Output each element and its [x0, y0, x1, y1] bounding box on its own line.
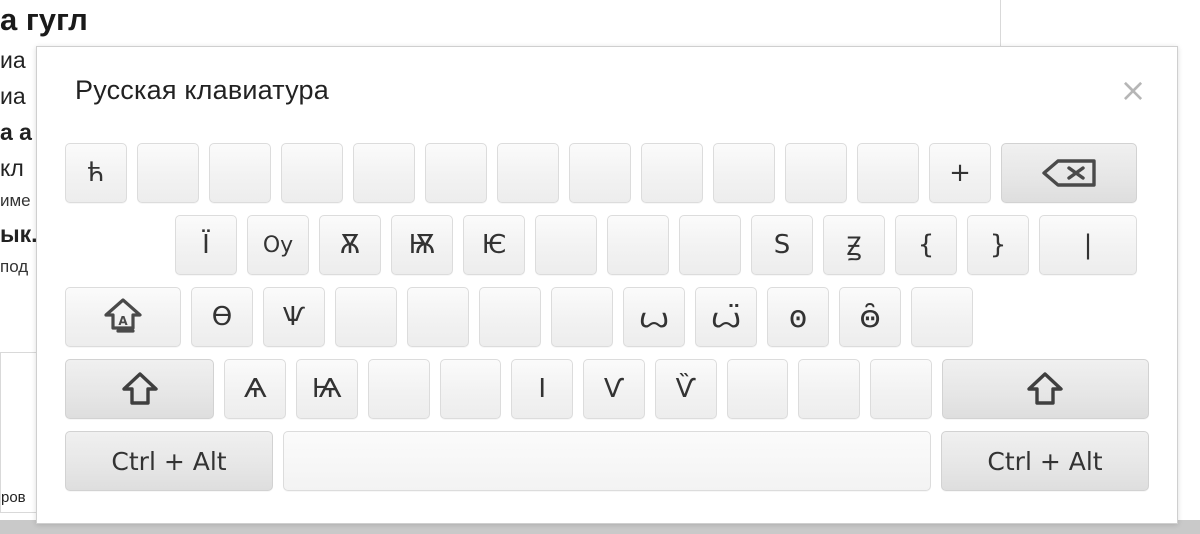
key-capslock[interactable]: A: [65, 287, 181, 347]
key-blank-15[interactable]: [335, 287, 397, 347]
key-shift-left[interactable]: [65, 359, 215, 419]
key-binocular-o[interactable]: ꙫ̑: [839, 287, 901, 347]
key-backspace[interactable]: [1001, 143, 1137, 203]
background-heading: а гугл: [0, 2, 88, 37]
shift-icon: [121, 372, 158, 405]
key-blank-23[interactable]: [798, 359, 861, 419]
key-ctrl-alt-left[interactable]: Ctrl + Alt: [65, 431, 273, 491]
shift-icon: [1027, 372, 1064, 405]
key-dzelo[interactable]: Ꙃ: [823, 215, 885, 275]
capslock-icon: A: [104, 298, 142, 333]
key-blank-3[interactable]: [281, 143, 343, 203]
key-byelorussian-i[interactable]: І: [511, 359, 574, 419]
key-big-yus[interactable]: Ѫ: [319, 215, 381, 275]
keyboard-row-5: Ctrl + Alt Ctrl + Alt: [65, 431, 1149, 491]
key-blank-17[interactable]: [479, 287, 541, 347]
key-blank-22[interactable]: [726, 359, 789, 419]
svg-text:A: A: [118, 314, 128, 328]
key-dze[interactable]: Ѕ: [751, 215, 813, 275]
key-izhitsa[interactable]: Ѵ: [583, 359, 645, 419]
key-blank-2[interactable]: [209, 143, 271, 203]
key-broad-omega-diaeresis[interactable]: ꙍ̈: [695, 287, 757, 347]
key-blank-13[interactable]: [607, 215, 669, 275]
key-brace-left[interactable]: {: [895, 215, 957, 275]
backspace-icon: [1042, 159, 1096, 187]
key-blank-18[interactable]: [551, 287, 613, 347]
russian-keyboard-dialog: Русская клавиатура × ћ + Ї Оу Ѫ Ѭ Ѥ Ѕ Ꙃ{} | A Ѳ Ѱꙍ ꙍ̈…: [36, 46, 1178, 524]
key-iotified-big-yus[interactable]: Ѭ: [391, 215, 453, 275]
keyboard-row-1: ћ +: [65, 143, 1149, 203]
key-little-yus[interactable]: Ѧ: [224, 359, 287, 419]
key-psi[interactable]: Ѱ: [263, 287, 325, 347]
key-iotified-e[interactable]: Ѥ: [463, 215, 525, 275]
key-blank-7[interactable]: [569, 143, 631, 203]
key-space[interactable]: [283, 431, 931, 491]
key-broad-omega[interactable]: ꙍ: [623, 287, 685, 347]
keyboard-row-4: ѦѨ ІѴѶ: [65, 359, 1150, 419]
key-blank-1[interactable]: [137, 143, 199, 203]
key-monocular-o[interactable]: ꙩ: [767, 287, 829, 347]
key-blank-20[interactable]: [367, 359, 430, 419]
key-blank-8[interactable]: [641, 143, 703, 203]
keyboard-row-3: A Ѳ Ѱꙍ ꙍ̈ ꙩ ꙫ̑: [65, 287, 1149, 347]
key-pipe[interactable]: |: [1039, 215, 1137, 275]
key-blank-21[interactable]: [439, 359, 502, 419]
key-blank-9[interactable]: [713, 143, 775, 203]
key-fita[interactable]: Ѳ: [191, 287, 253, 347]
key-iotified-little-yus[interactable]: Ѩ: [296, 359, 358, 419]
key-plus[interactable]: +: [929, 143, 991, 203]
key-blank-16[interactable]: [407, 287, 469, 347]
key-blank-5[interactable]: [425, 143, 487, 203]
key-blank-19[interactable]: [911, 287, 973, 347]
close-icon[interactable]: ×: [1111, 69, 1155, 113]
key-tshe[interactable]: ћ: [65, 143, 127, 203]
key-uk-digraph[interactable]: Оу: [247, 215, 309, 275]
key-ctrl-alt-right[interactable]: Ctrl + Alt: [941, 431, 1149, 491]
key-blank-6[interactable]: [497, 143, 559, 203]
key-blank-4[interactable]: [353, 143, 415, 203]
key-blank-10[interactable]: [785, 143, 847, 203]
key-yi[interactable]: Ї: [175, 215, 237, 275]
key-shift-right[interactable]: [941, 359, 1150, 419]
keyboard-row-2: Ї Оу Ѫ Ѭ Ѥ Ѕ Ꙃ{} |: [175, 215, 1149, 275]
key-izhitsa-diaeresis[interactable]: Ѷ: [654, 359, 717, 419]
dialog-title: Русская клавиатура: [75, 75, 329, 105]
virtual-keyboard: ћ + Ї Оу Ѫ Ѭ Ѥ Ѕ Ꙃ{} | A Ѳ Ѱꙍ ꙍ̈ ꙩ ꙫ̑ Ѧ Ѩ І Ѵ Ѷ Ctrl + Alt Ctr…: [65, 143, 1150, 491]
key-blank-11[interactable]: [857, 143, 919, 203]
key-blank-24[interactable]: [870, 359, 932, 419]
key-blank-14[interactable]: [679, 215, 741, 275]
key-blank-12[interactable]: [535, 215, 597, 275]
key-brace-right[interactable]: }: [967, 215, 1029, 275]
